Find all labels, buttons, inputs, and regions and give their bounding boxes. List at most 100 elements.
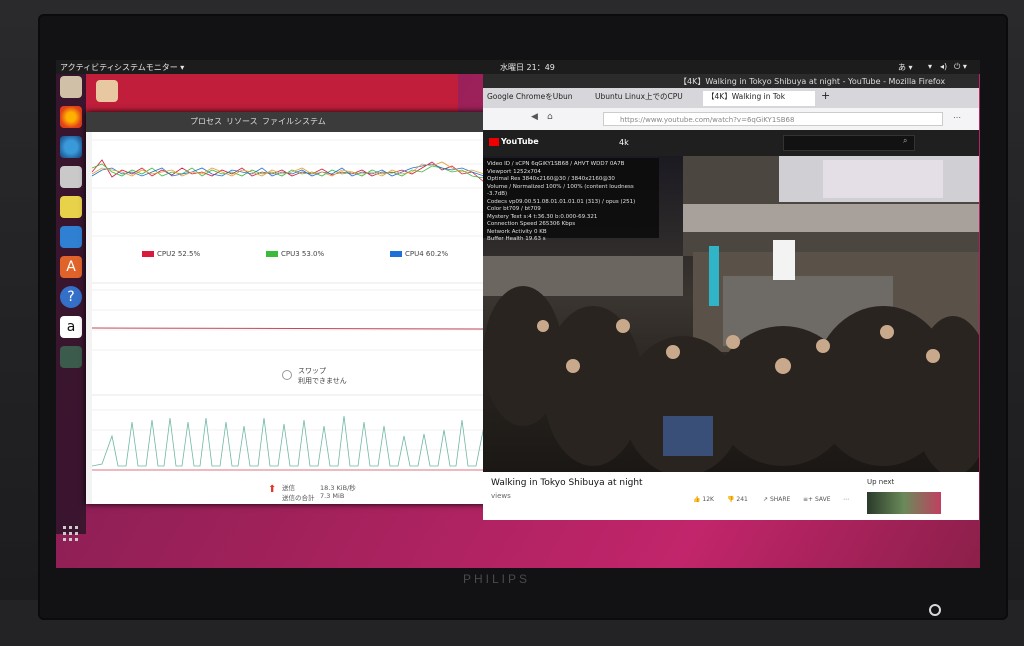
youtube-logo[interactable]: YouTube bbox=[501, 137, 539, 146]
activities-button[interactable]: アクティビティ bbox=[60, 62, 115, 73]
network-icon[interactable]: ▾ bbox=[928, 62, 932, 71]
dock: A ? a bbox=[56, 74, 86, 541]
tab-label: 【4K】Walking in Tok bbox=[707, 92, 786, 101]
dislike-count: 241 bbox=[736, 496, 748, 503]
tab-label: Ubuntu Linux上でのCPU bbox=[595, 92, 683, 101]
thunderbird-icon[interactable] bbox=[60, 136, 82, 158]
stats-line: Connection Speed 265306 Kbps bbox=[487, 221, 576, 227]
like-count: 12K bbox=[702, 496, 714, 503]
network-history-graph bbox=[91, 409, 485, 471]
gnome-top-bar: アクティビティ システムモニター ▾ 水曜日 21：49 あ ▾ ▾ ◂) ⏻ … bbox=[56, 60, 980, 74]
memory-line bbox=[91, 327, 485, 330]
more-actions-icon[interactable]: ⋯ bbox=[953, 113, 961, 122]
cpu2-line bbox=[91, 159, 485, 183]
power-button[interactable] bbox=[929, 604, 941, 616]
cpu-history-graph bbox=[91, 139, 485, 237]
cpu2-legend: CPU2 52.5% bbox=[142, 250, 200, 258]
url-bar[interactable]: https://www.youtube.com/watch?v=6qGiKY1S… bbox=[603, 112, 943, 126]
back-icon[interactable]: ◀ bbox=[531, 112, 538, 122]
firefox-titlebar: 【4K】Walking in Tokyo Shibuya at night - … bbox=[483, 74, 979, 88]
clock[interactable]: 水曜日 21：49 bbox=[500, 62, 555, 73]
stats-line: Optimal Res 3840x2160@30 / 3840x2160@30 bbox=[487, 176, 615, 182]
home-icon[interactable]: ⌂ bbox=[547, 112, 553, 122]
tab-ubuntu-cpu[interactable]: Ubuntu Linux上でのCPU bbox=[595, 91, 699, 106]
up-next-thumbnail[interactable] bbox=[867, 492, 941, 514]
tab-resources[interactable]: リソース bbox=[226, 116, 258, 127]
files-icon[interactable] bbox=[60, 166, 82, 188]
stats-line: Color bt709 / bt709 bbox=[487, 206, 541, 212]
app-icon bbox=[96, 80, 118, 102]
new-tab-button[interactable]: + bbox=[821, 89, 830, 104]
tab-processes[interactable]: プロセス bbox=[190, 116, 222, 127]
video-player[interactable]: Video ID / sCPN 6qGiKY1SB68 / AHVT WDD7 … bbox=[483, 156, 979, 472]
tab-filesystems[interactable]: ファイルシステム bbox=[262, 116, 326, 127]
video-metadata: Walking in Tokyo Shibuya at night views … bbox=[483, 472, 979, 520]
share-button[interactable]: ↗ SHARE bbox=[763, 496, 790, 503]
up-next-heading: Up next bbox=[867, 478, 895, 486]
amazon-icon[interactable]: a bbox=[60, 316, 82, 338]
cpu4-swatch bbox=[390, 251, 402, 257]
cpu2-swatch bbox=[142, 251, 154, 257]
send-label: 送信 bbox=[282, 484, 295, 492]
power-menu-icon[interactable]: ⏻ ▾ bbox=[954, 62, 967, 72]
app-menu[interactable]: システムモニター ▾ bbox=[114, 62, 184, 73]
youtube-logo-icon[interactable] bbox=[489, 138, 499, 146]
tab-bar: Google ChromeをUbun Ubuntu Linux上でのCPU 【4… bbox=[483, 88, 979, 108]
stats-line: Mystery Text s:4 t:36.30 b:0.000-69.321 bbox=[487, 213, 598, 220]
cpu4-label: CPU4 60.2% bbox=[405, 250, 449, 258]
memory-history-graph bbox=[91, 289, 485, 351]
volume-icon[interactable]: ◂) bbox=[940, 62, 947, 71]
stats-line: Buffer Health 19.63 s bbox=[487, 236, 546, 242]
monitor-brand: PHILIPS bbox=[463, 572, 531, 586]
stats-line: Codecs vp09.00.51.08.01.01.01.01 (313) /… bbox=[487, 198, 636, 205]
search-icon[interactable]: ⌕ bbox=[903, 136, 907, 146]
send-arrow-icon: ⬆ bbox=[268, 484, 277, 495]
send-total: 7.3 MiB bbox=[320, 492, 345, 500]
tab-youtube-active[interactable]: 【4K】Walking in Tok bbox=[703, 91, 815, 106]
stats-line: Network Activity 0 KB bbox=[487, 228, 547, 235]
firefox-window: 【4K】Walking in Tokyo Shibuya at night - … bbox=[483, 74, 979, 520]
cpu3-label: CPU3 53.0% bbox=[281, 250, 325, 258]
network-history-chart: ⬆ 送信 18.3 KiB/秒 送信の合計 7.3 MiB bbox=[91, 396, 522, 504]
video-title: Walking in Tokyo Shibuya at night bbox=[491, 478, 643, 488]
writer-icon[interactable] bbox=[60, 226, 82, 248]
save-button[interactable]: ≡+ SAVE bbox=[803, 496, 831, 503]
files-manager-icon[interactable] bbox=[60, 76, 82, 98]
rhythmbox-icon[interactable] bbox=[60, 196, 82, 218]
window-title: 【4K】Walking in Tokyo Shibuya at night - … bbox=[679, 77, 946, 86]
stats-for-nerds-panel: Video ID / sCPN 6qGiKY1SB68 / AHVT WDD7 … bbox=[483, 158, 659, 242]
desktop-screen: アクティビティ システムモニター ▾ 水曜日 21：49 あ ▾ ▾ ◂) ⏻ … bbox=[56, 60, 980, 568]
quality-badge: 4k bbox=[619, 138, 629, 147]
software-center-icon[interactable]: A bbox=[60, 256, 82, 278]
cpu3-legend: CPU3 53.0% bbox=[266, 250, 324, 258]
more-icon[interactable]: ⋯ bbox=[843, 496, 849, 503]
send-total-label: 送信の合計 bbox=[282, 494, 315, 502]
stats-line: Viewport 1252x704 bbox=[487, 168, 541, 175]
navigation-bar: ◀ ⌂ https://www.youtube.com/watch?v=6qGi… bbox=[483, 108, 979, 130]
system-monitor-headerbar: プロセス リソース ファイルシステム bbox=[86, 112, 522, 132]
save-label: SAVE bbox=[814, 496, 831, 503]
help-icon[interactable]: ? bbox=[60, 286, 82, 308]
cpu2-label: CPU2 52.5% bbox=[157, 250, 201, 258]
swap-title: スワップ bbox=[298, 367, 326, 375]
window-header-strip bbox=[86, 74, 458, 112]
search-input[interactable] bbox=[783, 135, 915, 151]
cpu-history-chart: CPU2 52.5% CPU3 53.0% CPU4 60.2% bbox=[91, 132, 522, 282]
swap-indicator bbox=[282, 370, 292, 380]
memory-history-chart: スワップ 利用できません bbox=[91, 284, 522, 394]
stats-line: Volume / Normalized 100% / 100% (content… bbox=[487, 183, 634, 198]
dislike-button[interactable]: 👎 241 bbox=[727, 496, 748, 503]
youtube-header: YouTube 4k ⌕ bbox=[483, 130, 979, 156]
input-method-icon[interactable]: あ ▾ bbox=[898, 62, 913, 73]
tab-label: Google ChromeをUbun bbox=[487, 92, 573, 101]
send-rate: 18.3 KiB/秒 bbox=[320, 484, 356, 492]
view-count: views bbox=[491, 492, 511, 500]
cpu3-swatch bbox=[266, 251, 278, 257]
firefox-icon[interactable] bbox=[60, 106, 82, 128]
cpu4-legend: CPU4 60.2% bbox=[390, 250, 448, 258]
like-button[interactable]: 👍 12K bbox=[693, 496, 714, 503]
tab-google-chrome[interactable]: Google ChromeをUbun bbox=[487, 91, 591, 106]
show-applications-icon[interactable] bbox=[63, 526, 79, 542]
system-monitor-icon[interactable] bbox=[60, 346, 82, 368]
system-monitor-window: プロセス リソース ファイルシステム CPU2 52.5% CPU3 53.0%… bbox=[86, 112, 522, 504]
